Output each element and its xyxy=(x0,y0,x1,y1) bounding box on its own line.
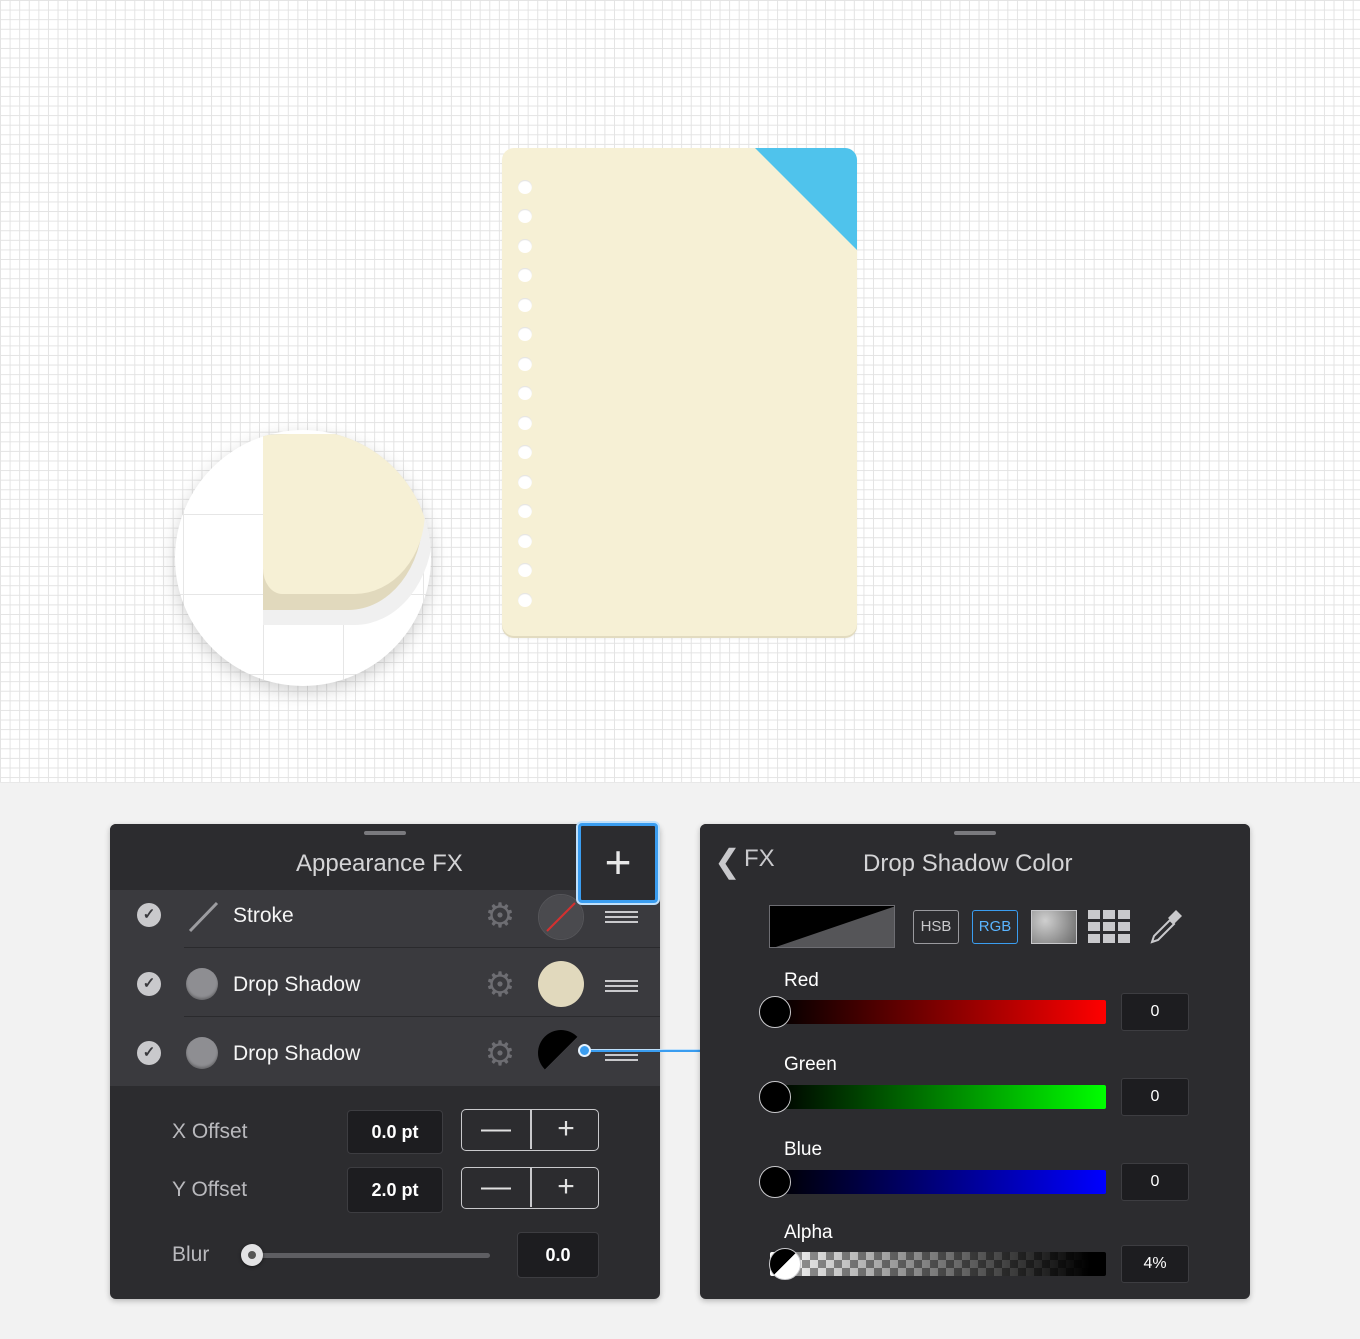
gear-icon[interactable]: ⚙ xyxy=(483,1037,517,1071)
check-icon[interactable]: ✓ xyxy=(137,1041,161,1065)
panel-title: Drop Shadow Color xyxy=(863,850,1073,877)
circle-icon xyxy=(186,1037,218,1069)
callout-connector-dot xyxy=(578,1044,591,1057)
alpha-label: Alpha xyxy=(784,1222,833,1243)
decrement-button[interactable]: — xyxy=(462,1110,530,1149)
binder-hole xyxy=(518,209,532,223)
blur-slider-knob[interactable] xyxy=(241,1244,263,1266)
binder-hole xyxy=(518,593,532,607)
green-label: Green xyxy=(784,1054,837,1075)
y-offset-field[interactable]: 2.0 pt xyxy=(347,1167,443,1213)
back-button[interactable]: FX xyxy=(744,845,775,873)
notebook-paper-shape[interactable] xyxy=(502,148,857,636)
check-icon[interactable]: ✓ xyxy=(137,972,161,996)
gradient-mode-icon[interactable] xyxy=(1031,910,1077,944)
drop-shadow-color-panel: ❮ FX Drop Shadow Color HSB RGB Red 0 Gre… xyxy=(700,824,1250,1299)
row-separator xyxy=(184,947,660,948)
rgb-mode-button[interactable]: RGB xyxy=(972,910,1018,944)
swatch-grid-icon[interactable] xyxy=(1088,910,1132,944)
drag-handle-icon[interactable] xyxy=(605,980,638,992)
blue-slider-knob[interactable] xyxy=(759,1166,791,1198)
canvas-divider xyxy=(0,782,1360,783)
binder-hole xyxy=(518,298,532,312)
current-color-half xyxy=(770,906,894,947)
panel-grabber[interactable] xyxy=(954,831,996,835)
binder-hole xyxy=(518,180,532,194)
binder-hole xyxy=(518,416,532,430)
eyedropper-icon[interactable] xyxy=(1148,908,1184,946)
effect-label: Stroke xyxy=(233,904,294,927)
effect-row-drop-shadow[interactable]: ✓ Drop Shadow ⚙ xyxy=(110,949,660,1015)
effect-label: Drop Shadow xyxy=(233,1042,361,1065)
blue-slider-track[interactable] xyxy=(774,1170,1106,1194)
gear-icon[interactable]: ⚙ xyxy=(483,968,517,1002)
panel-header: ❮ FX Drop Shadow Color xyxy=(700,824,1250,890)
zoom-magnifier xyxy=(175,430,431,686)
stroke-line-icon xyxy=(188,901,219,933)
x-offset-stepper: — + xyxy=(461,1109,599,1151)
circle-icon xyxy=(186,968,218,1000)
alpha-slider-track[interactable] xyxy=(770,1252,1106,1276)
artboard-canvas[interactable] xyxy=(0,0,1360,783)
green-slider-knob[interactable] xyxy=(759,1081,791,1113)
x-offset-field[interactable]: 0.0 pt xyxy=(347,1110,443,1154)
chevron-left-icon[interactable]: ❮ xyxy=(714,842,741,880)
color-preview-swatch xyxy=(769,905,895,948)
panel-title: Appearance FX xyxy=(296,850,463,877)
shadow-color-swatch[interactable] xyxy=(538,961,584,1007)
x-offset-label: X Offset xyxy=(172,1120,248,1143)
binder-hole xyxy=(518,445,532,459)
decrement-button[interactable]: — xyxy=(462,1168,530,1207)
effect-label: Drop Shadow xyxy=(233,973,361,996)
binder-hole xyxy=(518,327,532,341)
binder-hole xyxy=(518,504,532,518)
row-separator xyxy=(184,1016,660,1017)
blue-value-field[interactable]: 0 xyxy=(1121,1163,1189,1201)
increment-button[interactable]: + xyxy=(532,1168,600,1207)
stroke-color-swatch[interactable] xyxy=(538,894,584,940)
binder-hole xyxy=(518,563,532,577)
increment-button[interactable]: + xyxy=(532,1110,600,1149)
alpha-slider-knob[interactable] xyxy=(769,1248,801,1280)
effects-list: ✓ Stroke ⚙ ✓ Drop Shadow ⚙ ✓ Drop Shadow… xyxy=(110,890,660,1086)
magnified-paper-corner xyxy=(263,434,425,594)
blur-label: Blur xyxy=(172,1243,210,1266)
green-slider-track[interactable] xyxy=(774,1085,1106,1109)
binder-hole xyxy=(518,475,532,489)
add-effect-button[interactable]: + xyxy=(578,823,658,903)
y-offset-label: Y Offset xyxy=(172,1178,248,1201)
panel-grabber[interactable] xyxy=(364,831,406,835)
binder-hole xyxy=(518,357,532,371)
y-offset-stepper: — + xyxy=(461,1167,599,1209)
drag-handle-icon[interactable] xyxy=(605,911,638,923)
binder-hole xyxy=(518,268,532,282)
check-icon[interactable]: ✓ xyxy=(137,903,161,927)
red-slider-knob[interactable] xyxy=(759,996,791,1028)
binder-hole xyxy=(518,386,532,400)
blue-label: Blue xyxy=(784,1139,823,1160)
green-value-field[interactable]: 0 xyxy=(1121,1078,1189,1116)
blur-slider-track[interactable] xyxy=(250,1253,490,1258)
alpha-value-field[interactable]: 4% xyxy=(1121,1245,1189,1283)
red-value-field[interactable]: 0 xyxy=(1121,993,1189,1031)
binder-hole xyxy=(518,239,532,253)
red-slider-track[interactable] xyxy=(774,1000,1106,1024)
red-label: Red xyxy=(784,970,819,991)
shadow-color-swatch[interactable] xyxy=(538,1030,584,1076)
binder-hole xyxy=(518,534,532,548)
gear-icon[interactable]: ⚙ xyxy=(483,899,517,933)
callout-connector xyxy=(584,1049,700,1052)
blur-value-field[interactable]: 0.0 xyxy=(517,1232,599,1278)
hsb-mode-button[interactable]: HSB xyxy=(913,910,959,944)
drop-shadow-properties: X Offset 0.0 pt — + Y Offset 2.0 pt — + … xyxy=(110,1086,660,1299)
corner-tab-shape[interactable] xyxy=(755,148,857,250)
